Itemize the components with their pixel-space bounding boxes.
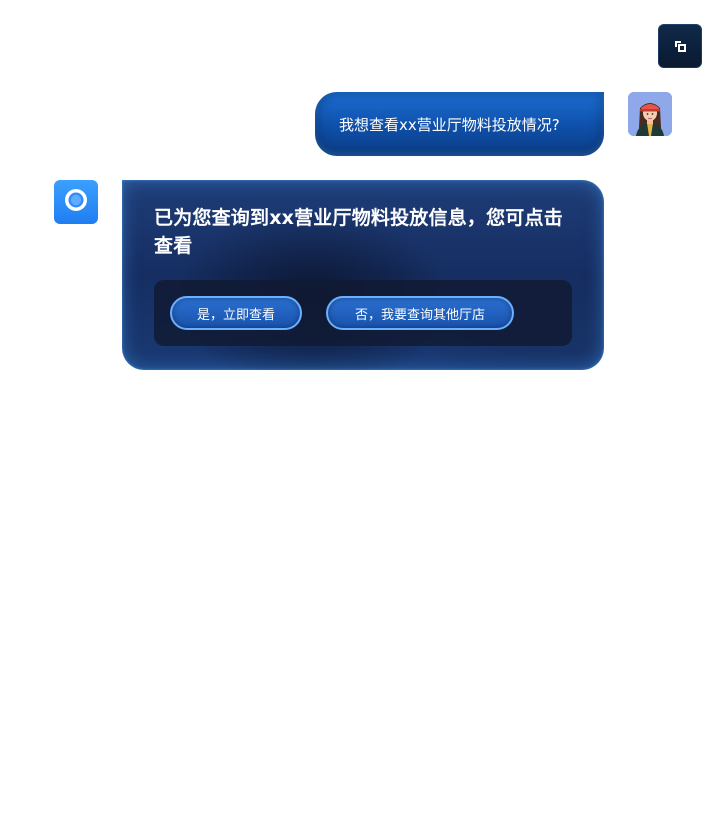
assistant-logo-icon <box>63 187 89 217</box>
user-message-text: 我想查看xx营业厅物料投放情况? <box>339 115 560 134</box>
assistant-avatar <box>54 180 98 224</box>
assistant-message-text: 已为您查询到xx营业厅物料投放信息，您可点击查看 <box>154 207 563 257</box>
assistant-message-card: 已为您查询到xx营业厅物料投放信息，您可点击查看 是，立即查看 否，我要查询其他… <box>122 180 604 370</box>
view-now-label: 是，立即查看 <box>196 307 275 323</box>
query-other-store-label: 否，我要查询其他厅店 <box>354 307 485 323</box>
view-now-button[interactable]: 是，立即查看 <box>170 296 302 330</box>
expand-button[interactable] <box>658 24 702 68</box>
quick-reply-panel: 是，立即查看 否，我要查询其他厅店 <box>154 280 572 346</box>
user-message-bubble: 我想查看xx营业厅物料投放情况? <box>315 92 604 156</box>
user-avatar[interactable] <box>628 92 672 136</box>
expand-icon <box>673 39 687 53</box>
query-other-store-button[interactable]: 否，我要查询其他厅店 <box>326 296 514 330</box>
